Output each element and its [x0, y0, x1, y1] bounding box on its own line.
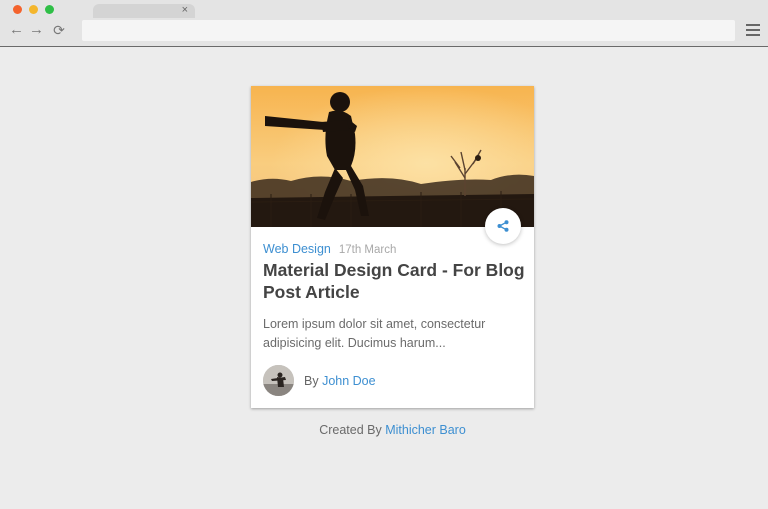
- back-arrow-icon[interactable]: ←: [9, 22, 24, 38]
- close-window-button[interactable]: [13, 5, 22, 14]
- author-line: By John Doe: [304, 374, 376, 388]
- post-excerpt: Lorem ipsum dolor sit amet, consectetur …: [263, 317, 486, 350]
- card-image-cricket-silhouette: [251, 86, 534, 227]
- hamburger-menu-icon[interactable]: [746, 24, 760, 36]
- maximize-window-button[interactable]: [45, 5, 54, 14]
- footer-prefix: Created By: [319, 423, 382, 437]
- post-title[interactable]: Material Design Card - For Blog Post Art…: [263, 259, 525, 303]
- author-avatar: [263, 365, 294, 396]
- author-link[interactable]: John Doe: [322, 374, 376, 388]
- footer-credit: Created By Mithicher Baro: [0, 423, 768, 437]
- reload-icon[interactable]: ⟳: [52, 22, 66, 38]
- address-bar[interactable]: [82, 20, 735, 41]
- author-prefix: By: [304, 374, 319, 388]
- post-date: 17th March: [338, 244, 397, 256]
- share-button[interactable]: [485, 208, 521, 244]
- blog-post-card: Web Design 17th March Material Design Car…: [251, 86, 534, 408]
- browser-tab[interactable]: ×: [93, 4, 195, 18]
- tab-close-icon[interactable]: ×: [182, 3, 188, 17]
- category-link[interactable]: Web Design: [263, 242, 331, 256]
- creator-link[interactable]: Mithicher Baro: [385, 423, 466, 437]
- post-meta: Web Design 17th March: [263, 242, 396, 256]
- minimize-window-button[interactable]: [29, 5, 38, 14]
- forward-arrow-icon[interactable]: →: [29, 22, 44, 38]
- share-icon: [497, 220, 509, 232]
- browser-toolbar: × ← → ⟳: [0, 0, 768, 47]
